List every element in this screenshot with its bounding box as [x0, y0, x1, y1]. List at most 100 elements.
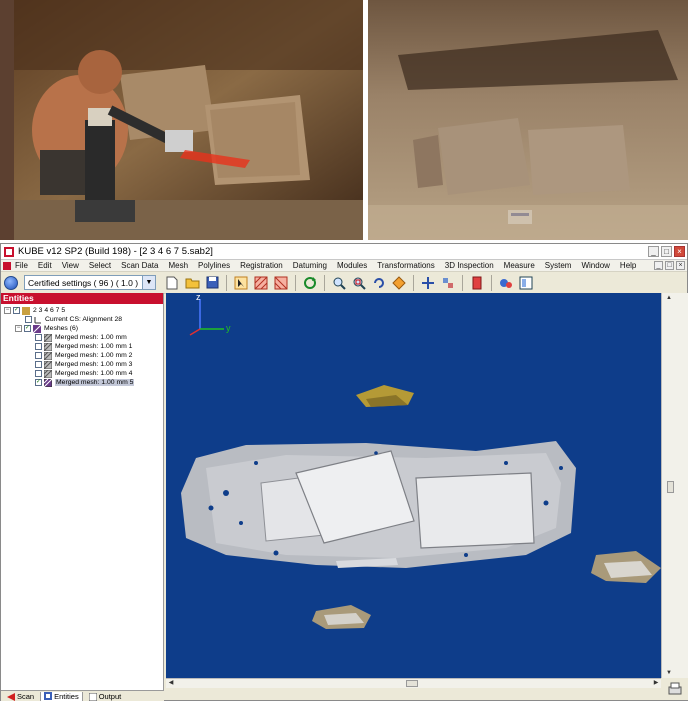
viewport-options-button[interactable] — [661, 678, 688, 700]
visibility-checkbox[interactable] — [35, 370, 42, 377]
mesh-icon — [44, 360, 52, 369]
menu-select[interactable]: Select — [89, 261, 111, 270]
vertical-scrollbar[interactable]: ▲ ▼ — [661, 293, 688, 678]
settings-dropdown[interactable]: Certified settings ( 96 ) ( 1.0 ) ▼ — [24, 275, 156, 290]
tree-item-mesh[interactable]: Merged mesh: 1.00 mm 2 — [35, 351, 132, 360]
minimize-button[interactable]: _ — [648, 246, 659, 257]
tab-scan[interactable]: Scan — [4, 692, 37, 701]
scan-fragment-bottom[interactable] — [312, 605, 371, 629]
scroll-up-icon[interactable]: ▲ — [664, 293, 674, 303]
visibility-checkbox[interactable]: ✓ — [13, 307, 20, 314]
zoom-window-icon[interactable] — [351, 275, 367, 291]
scan-fragment-right[interactable] — [591, 551, 661, 583]
coordinate-system-icon — [34, 316, 41, 323]
zoom-fit-icon[interactable] — [331, 275, 347, 291]
render-icon[interactable] — [498, 275, 514, 291]
hatch-deselect-icon[interactable] — [273, 275, 289, 291]
tree-item-project[interactable]: − ✓ 2 3 4 6 7 5 — [4, 306, 65, 315]
menu-view[interactable]: View — [62, 261, 79, 270]
scroll-down-icon[interactable]: ▼ — [664, 668, 674, 678]
doc-minimize-button[interactable]: _ — [654, 261, 663, 270]
axis-y-label: y — [226, 323, 231, 333]
tab-output[interactable]: Output — [86, 692, 125, 701]
panel-tab-bar: Scan Entities Output — [1, 690, 164, 701]
horizontal-scroll-thumb[interactable] — [406, 680, 418, 687]
toolbar-separator — [295, 274, 296, 291]
visibility-checkbox[interactable]: ✓ — [24, 325, 31, 332]
doc-restore-button[interactable]: □ — [665, 261, 674, 270]
tree-item-mesh[interactable]: Merged mesh: 1.00 mm 4 — [35, 369, 132, 378]
tree-item-current-cs[interactable]: Current CS: Alignment 28 — [25, 315, 122, 324]
tree-item-label: Merged mesh: 1.00 mm — [55, 334, 127, 341]
visibility-checkbox[interactable] — [35, 352, 42, 359]
tree-item-mesh[interactable]: Merged mesh: 1.00 mm 1 — [35, 342, 132, 351]
doc-close-button[interactable]: × — [676, 261, 685, 270]
menu-mesh[interactable]: Mesh — [168, 261, 188, 270]
save-icon[interactable] — [204, 275, 220, 291]
menu-file[interactable]: File — [15, 261, 28, 270]
menu-3d-inspection[interactable]: 3D Inspection — [445, 261, 494, 270]
tree-item-meshes[interactable]: − ✓ Meshes (6) — [15, 324, 78, 333]
document-icon[interactable] — [3, 261, 11, 270]
menu-scan-data[interactable]: Scan Data — [121, 261, 158, 270]
kube-app-icon — [4, 246, 14, 257]
refresh-icon[interactable] — [302, 275, 318, 291]
collapse-icon[interactable]: − — [4, 307, 11, 314]
scan-fragment-gold[interactable] — [356, 385, 414, 407]
new-file-icon[interactable] — [164, 275, 180, 291]
open-folder-icon[interactable] — [184, 275, 200, 291]
tab-entities[interactable]: Entities — [40, 691, 83, 701]
horizontal-scrollbar[interactable]: ◀ ▶ — [166, 678, 661, 688]
section-icon[interactable] — [469, 275, 485, 291]
hatch-select-icon[interactable] — [253, 275, 269, 291]
select-tool-icon[interactable] — [233, 275, 249, 291]
menu-transformations[interactable]: Transformations — [377, 261, 435, 270]
visibility-checkbox[interactable] — [35, 334, 42, 341]
mesh-icon — [44, 369, 52, 378]
tree-item-label: Merged mesh: 1.00 mm 5 — [55, 379, 135, 386]
menu-help[interactable]: Help — [620, 261, 636, 270]
menu-datuming[interactable]: Datuming — [293, 261, 327, 270]
entities-panel: Entities − ✓ 2 3 4 6 7 5 Current CS: Ali… — [1, 293, 164, 690]
photo-scanning-operator — [0, 0, 363, 240]
mesh-icon — [44, 333, 52, 342]
visibility-checkbox[interactable] — [35, 361, 42, 368]
tree-item-label: Current CS: Alignment 28 — [45, 316, 123, 323]
scan-mesh-main[interactable] — [181, 441, 576, 568]
axis-z-label: z — [196, 293, 201, 302]
menu-edit[interactable]: Edit — [38, 261, 52, 270]
scroll-left-icon[interactable]: ◀ — [166, 679, 176, 688]
orient-icon[interactable] — [391, 275, 407, 291]
vertical-scroll-thumb[interactable] — [667, 481, 674, 493]
move-icon[interactable] — [420, 275, 436, 291]
title-bar: KUBE v12 SP2 (Build 198) - [2 3 4 6 7 5.… — [1, 244, 687, 260]
collapse-icon[interactable]: − — [15, 325, 22, 332]
menu-polylines[interactable]: Polylines — [198, 261, 230, 270]
tree-item-mesh[interactable]: Merged mesh: 1.00 mm — [35, 333, 127, 342]
project-icon — [22, 306, 30, 315]
tree-item-mesh[interactable]: Merged mesh: 1.00 mm 3 — [35, 360, 132, 369]
align-icon[interactable] — [440, 275, 456, 291]
menu-registration[interactable]: Registration — [240, 261, 283, 270]
menu-window[interactable]: Window — [581, 261, 609, 270]
close-button[interactable]: × — [674, 246, 685, 257]
visibility-checkbox[interactable] — [25, 316, 32, 323]
visibility-checkbox[interactable]: ✓ — [35, 379, 42, 386]
3d-viewport[interactable]: z y — [166, 293, 661, 678]
mesh-icon — [44, 342, 52, 351]
kube-application-window: KUBE v12 SP2 (Build 198) - [2 3 4 6 7 5.… — [0, 243, 688, 701]
printer-icon[interactable] — [667, 681, 683, 697]
menu-system[interactable]: System — [545, 261, 572, 270]
view-frame-icon[interactable] — [518, 275, 534, 291]
scroll-right-icon[interactable]: ▶ — [651, 679, 661, 688]
photo-cave-slabs — [368, 0, 688, 240]
menu-modules[interactable]: Modules — [337, 261, 367, 270]
menu-measure[interactable]: Measure — [504, 261, 535, 270]
toolbar-separator — [324, 274, 325, 291]
visibility-checkbox[interactable] — [35, 343, 42, 350]
rotate-view-icon[interactable] — [371, 275, 387, 291]
chevron-down-icon[interactable]: ▼ — [142, 276, 155, 289]
tree-item-mesh-selected[interactable]: ✓ Merged mesh: 1.00 mm 5 — [35, 378, 135, 387]
maximize-button[interactable]: □ — [661, 246, 672, 257]
info-icon[interactable] — [4, 275, 18, 290]
